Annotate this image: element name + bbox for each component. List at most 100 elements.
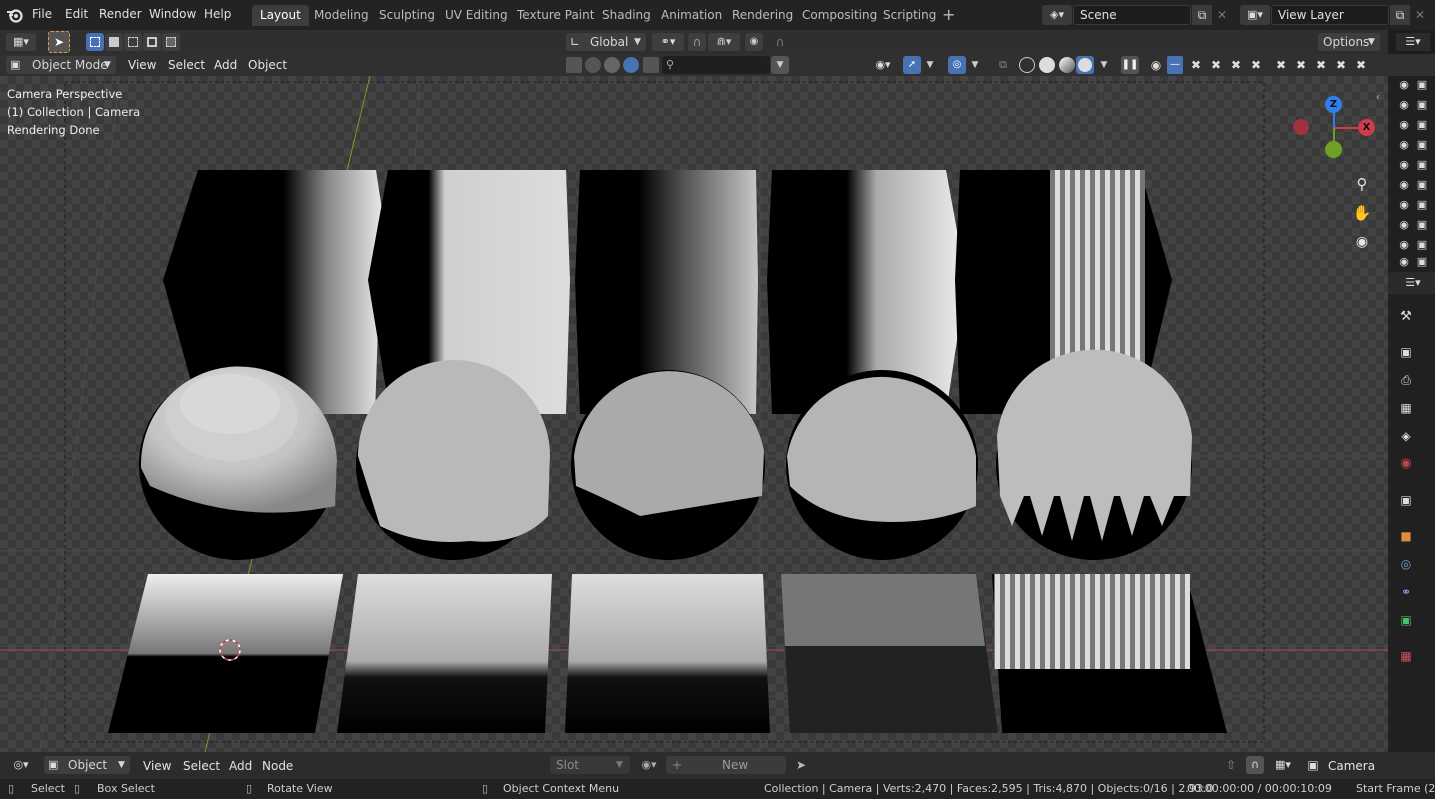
- shading-solid-icon[interactable]: [1039, 57, 1055, 73]
- pivot-point-icon[interactable]: ⚭▾: [652, 33, 684, 51]
- eye-icon[interactable]: ◉: [1396, 176, 1412, 194]
- restrict-icon-4[interactable]: ✖: [1248, 56, 1264, 74]
- tab-compositing[interactable]: Compositing: [794, 5, 885, 26]
- restrict-icon-1[interactable]: ✖: [1188, 56, 1204, 74]
- restrict-icon-9[interactable]: ✖: [1353, 56, 1369, 74]
- tab-shading[interactable]: Shading: [594, 5, 659, 26]
- filter-texture-icon[interactable]: [643, 57, 659, 73]
- scene-selector-icon[interactable]: ◈▾: [1042, 5, 1072, 25]
- shading-wireframe-icon[interactable]: [1019, 57, 1035, 73]
- tab-constraints-icon[interactable]: ⚭: [1394, 581, 1418, 603]
- select-mode-subtract-icon[interactable]: [124, 33, 142, 51]
- overlay-dropdown-icon[interactable]: ▼: [968, 56, 982, 74]
- axis-neg-x-icon[interactable]: [1293, 119, 1309, 135]
- gizmo-toggle-icon[interactable]: ➚: [903, 56, 921, 74]
- tab-texture-paint[interactable]: Texture Paint: [509, 5, 602, 26]
- menu-file[interactable]: File: [32, 0, 52, 28]
- camera-render-icon[interactable]: ▣: [1414, 254, 1430, 270]
- eye-icon[interactable]: ◉: [1396, 96, 1412, 114]
- camera-render-icon[interactable]: ▣: [1414, 76, 1430, 94]
- restrict-icon-2[interactable]: ✖: [1208, 56, 1224, 74]
- tab-scripting[interactable]: Scripting: [875, 5, 944, 26]
- slot-dropdown[interactable]: Slot ▼: [550, 756, 630, 774]
- new-view-layer-icon[interactable]: ⧉: [1390, 5, 1410, 25]
- collapse-sidebar-icon[interactable]: ‹: [1376, 92, 1386, 106]
- tab-object-icon[interactable]: ■: [1394, 525, 1418, 547]
- proportional-edit-icon[interactable]: ◉: [745, 33, 763, 51]
- axis-y-icon[interactable]: [1325, 141, 1342, 158]
- shading-dropdown-icon[interactable]: ▼: [1097, 56, 1111, 74]
- menu-window[interactable]: Window: [149, 0, 196, 28]
- editor-type-icon[interactable]: ▦▾: [6, 33, 36, 51]
- tab-texture-icon[interactable]: ▦: [1394, 645, 1418, 667]
- shading-rendered-icon[interactable]: [1076, 56, 1094, 74]
- zoom-icon[interactable]: ⚲: [1350, 172, 1374, 196]
- tab-world-icon[interactable]: ◉: [1394, 453, 1418, 475]
- eye-icon[interactable]: ◉: [1396, 196, 1412, 214]
- menu-view[interactable]: View: [143, 756, 171, 776]
- delete-view-layer-icon[interactable]: ✕: [1411, 5, 1429, 25]
- xray-toggle-icon[interactable]: ⧉: [994, 56, 1012, 74]
- tab-output-icon[interactable]: ⎙: [1394, 369, 1418, 391]
- filter-selected-icon[interactable]: —: [1167, 56, 1183, 74]
- tab-object-data-camera-icon[interactable]: ▣: [1394, 609, 1418, 631]
- hide-eye-icon[interactable]: ◉: [1148, 56, 1164, 74]
- camera-render-icon[interactable]: ▣: [1414, 216, 1430, 234]
- eye-icon[interactable]: ◉: [1396, 76, 1412, 94]
- gizmo-dropdown-icon[interactable]: ▼: [923, 56, 937, 74]
- filter-mesh-icon[interactable]: [566, 57, 582, 73]
- new-material-button[interactable]: + New: [666, 756, 786, 774]
- tab-sculpting[interactable]: Sculpting: [371, 5, 443, 26]
- snap-toggle-icon[interactable]: ∩: [688, 33, 706, 51]
- options-dropdown[interactable]: Options ▼: [1318, 33, 1380, 51]
- filter-light-icon[interactable]: [604, 57, 620, 73]
- search-options-icon[interactable]: ▼: [771, 56, 789, 74]
- blender-logo-icon[interactable]: [6, 6, 24, 24]
- camera-render-icon[interactable]: ▣: [1414, 116, 1430, 134]
- camera-render-icon[interactable]: ▣: [1414, 196, 1430, 214]
- eye-icon[interactable]: ◉: [1396, 236, 1412, 254]
- camera-render-icon[interactable]: ▣: [1414, 156, 1430, 174]
- eye-icon[interactable]: ◉: [1396, 216, 1412, 234]
- axis-z-icon[interactable]: Z: [1325, 96, 1342, 113]
- menu-view[interactable]: View: [128, 55, 156, 75]
- parent-node-icon[interactable]: ⇧: [1222, 756, 1240, 774]
- restrict-icon-5[interactable]: ✖: [1273, 56, 1289, 74]
- axis-x-icon[interactable]: X: [1358, 119, 1375, 136]
- pan-hand-icon[interactable]: ✋: [1350, 201, 1374, 225]
- snap-icon[interactable]: ∩: [1246, 756, 1264, 774]
- eye-icon[interactable]: ◉: [1396, 156, 1412, 174]
- camera-render-icon[interactable]: ▣: [1414, 236, 1430, 254]
- tab-modeling[interactable]: Modeling: [306, 5, 377, 26]
- tab-scene-icon[interactable]: ◈: [1394, 425, 1418, 447]
- shader-type-dropdown[interactable]: ▣ Object ▼: [44, 756, 130, 774]
- tab-tool-icon[interactable]: ⚒: [1394, 306, 1418, 328]
- proportional-falloff-icon[interactable]: ∩: [766, 33, 794, 51]
- new-scene-icon[interactable]: ⧉: [1192, 5, 1212, 25]
- pin-icon[interactable]: ➤: [792, 756, 810, 774]
- transform-orientation-dropdown[interactable]: ∟ Global ▼: [566, 33, 646, 51]
- filter-material-icon[interactable]: [585, 57, 601, 73]
- tab-collection-icon[interactable]: ▣: [1394, 489, 1418, 511]
- tab-physics-icon[interactable]: ◎: [1394, 553, 1418, 575]
- shading-material-icon[interactable]: [1059, 57, 1075, 73]
- visibility-filter-icon[interactable]: ◉▾: [868, 56, 898, 74]
- restrict-icon-6[interactable]: ✖: [1293, 56, 1309, 74]
- menu-add[interactable]: Add: [229, 756, 252, 776]
- restrict-icon-7[interactable]: ✖: [1313, 56, 1329, 74]
- menu-edit[interactable]: Edit: [65, 0, 88, 28]
- editor-type-icon[interactable]: ◎▾: [6, 756, 36, 774]
- menu-select[interactable]: Select: [168, 55, 205, 75]
- scene-name-field[interactable]: Scene: [1073, 5, 1191, 25]
- add-workspace-icon[interactable]: +: [942, 6, 955, 24]
- overlay-toggle-icon[interactable]: ◎: [948, 56, 966, 74]
- restrict-icon-8[interactable]: ✖: [1333, 56, 1349, 74]
- menu-object[interactable]: Object: [248, 55, 287, 75]
- eye-icon[interactable]: ◉: [1396, 116, 1412, 134]
- delete-scene-icon[interactable]: ✕: [1213, 5, 1231, 25]
- pause-render-icon[interactable]: ❚❚: [1121, 56, 1139, 74]
- menu-help[interactable]: Help: [204, 0, 231, 28]
- menu-select[interactable]: Select: [183, 756, 220, 776]
- mode-dropdown[interactable]: ▣ Object Mode ▼: [6, 56, 116, 74]
- snap-element-icon[interactable]: ▦▾: [1268, 756, 1298, 774]
